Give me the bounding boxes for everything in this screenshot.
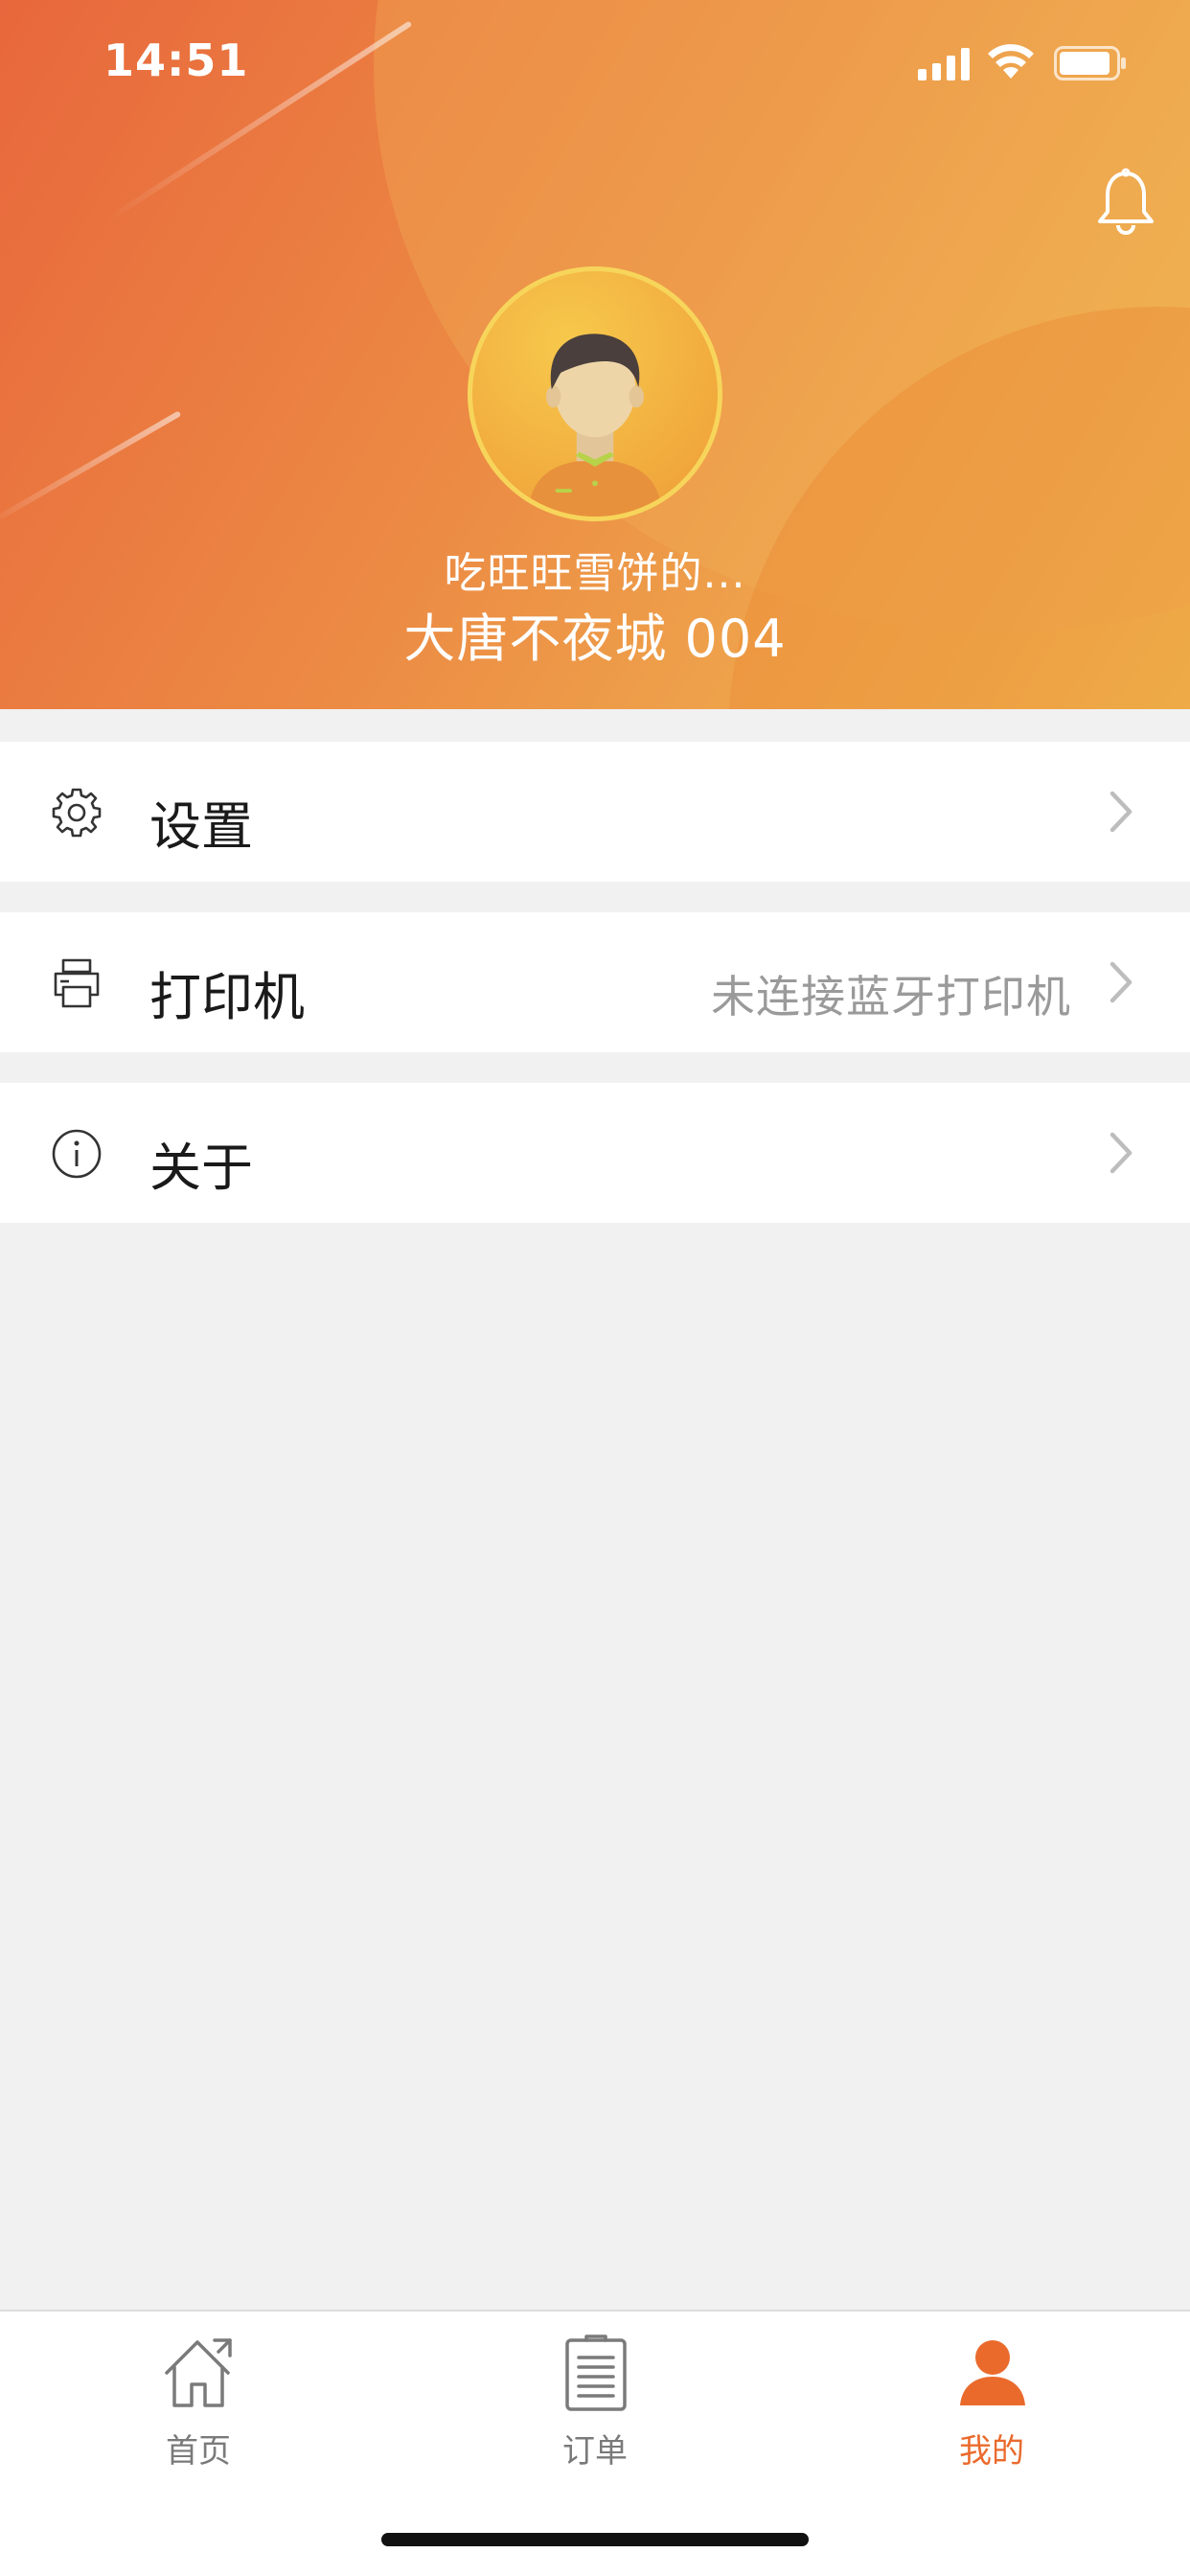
profile-header: 14:51 吃旺旺雪饼的... 大唐不夜城 004: [0, 0, 1190, 709]
menu-item-about[interactable]: 关于: [0, 1083, 1190, 1223]
info-icon: [52, 1129, 102, 1179]
store-name: 吃旺旺雪饼的...: [444, 549, 746, 598]
user-icon: [960, 2340, 1025, 2405]
wifi-icon: [988, 44, 1034, 79]
order-list-icon: [565, 2334, 627, 2411]
home-icon: [165, 2338, 232, 2407]
avatar[interactable]: [468, 266, 722, 521]
chevron-right-icon: [1110, 1132, 1133, 1174]
printer-status: 未连接蓝牙打印机: [711, 971, 1071, 1023]
menu-item-settings[interactable]: 设置: [0, 742, 1190, 882]
cellular-signal-icon: [918, 48, 970, 80]
gear-icon: [52, 788, 102, 838]
notification-bell-icon[interactable]: [1094, 168, 1157, 237]
status-bar: 14:51: [0, 0, 1190, 125]
tab-label-orders: 订单: [562, 2432, 628, 2471]
tab-mine[interactable]: 我的: [793, 2312, 1190, 2503]
menu-label-settings: 设置: [149, 796, 253, 857]
tab-label-mine: 我的: [959, 2432, 1024, 2471]
avatar-illustration: [527, 334, 663, 517]
battery-icon: [1054, 46, 1126, 80]
tab-orders[interactable]: 订单: [397, 2312, 793, 2503]
menu-label-about: 关于: [149, 1138, 253, 1198]
menu-item-printer[interactable]: 打印机 未连接蓝牙打印机: [0, 912, 1190, 1052]
home-indicator[interactable]: [381, 2533, 809, 2546]
chevron-right-icon: [1110, 791, 1133, 833]
branch-name: 大唐不夜城 004: [403, 609, 787, 669]
status-time: 14:51: [103, 34, 249, 86]
menu-label-printer: 打印机: [149, 967, 305, 1027]
profile-screen: 14:51 吃旺旺雪饼的... 大唐不夜城 004 设置 打印机 未连接蓝牙打印…: [0, 0, 1190, 2576]
header-streak: [0, 410, 182, 531]
tab-home[interactable]: 首页: [0, 2312, 397, 2503]
printer-icon: [54, 958, 100, 1008]
tab-label-home: 首页: [166, 2432, 231, 2471]
chevron-right-icon: [1110, 961, 1133, 1003]
